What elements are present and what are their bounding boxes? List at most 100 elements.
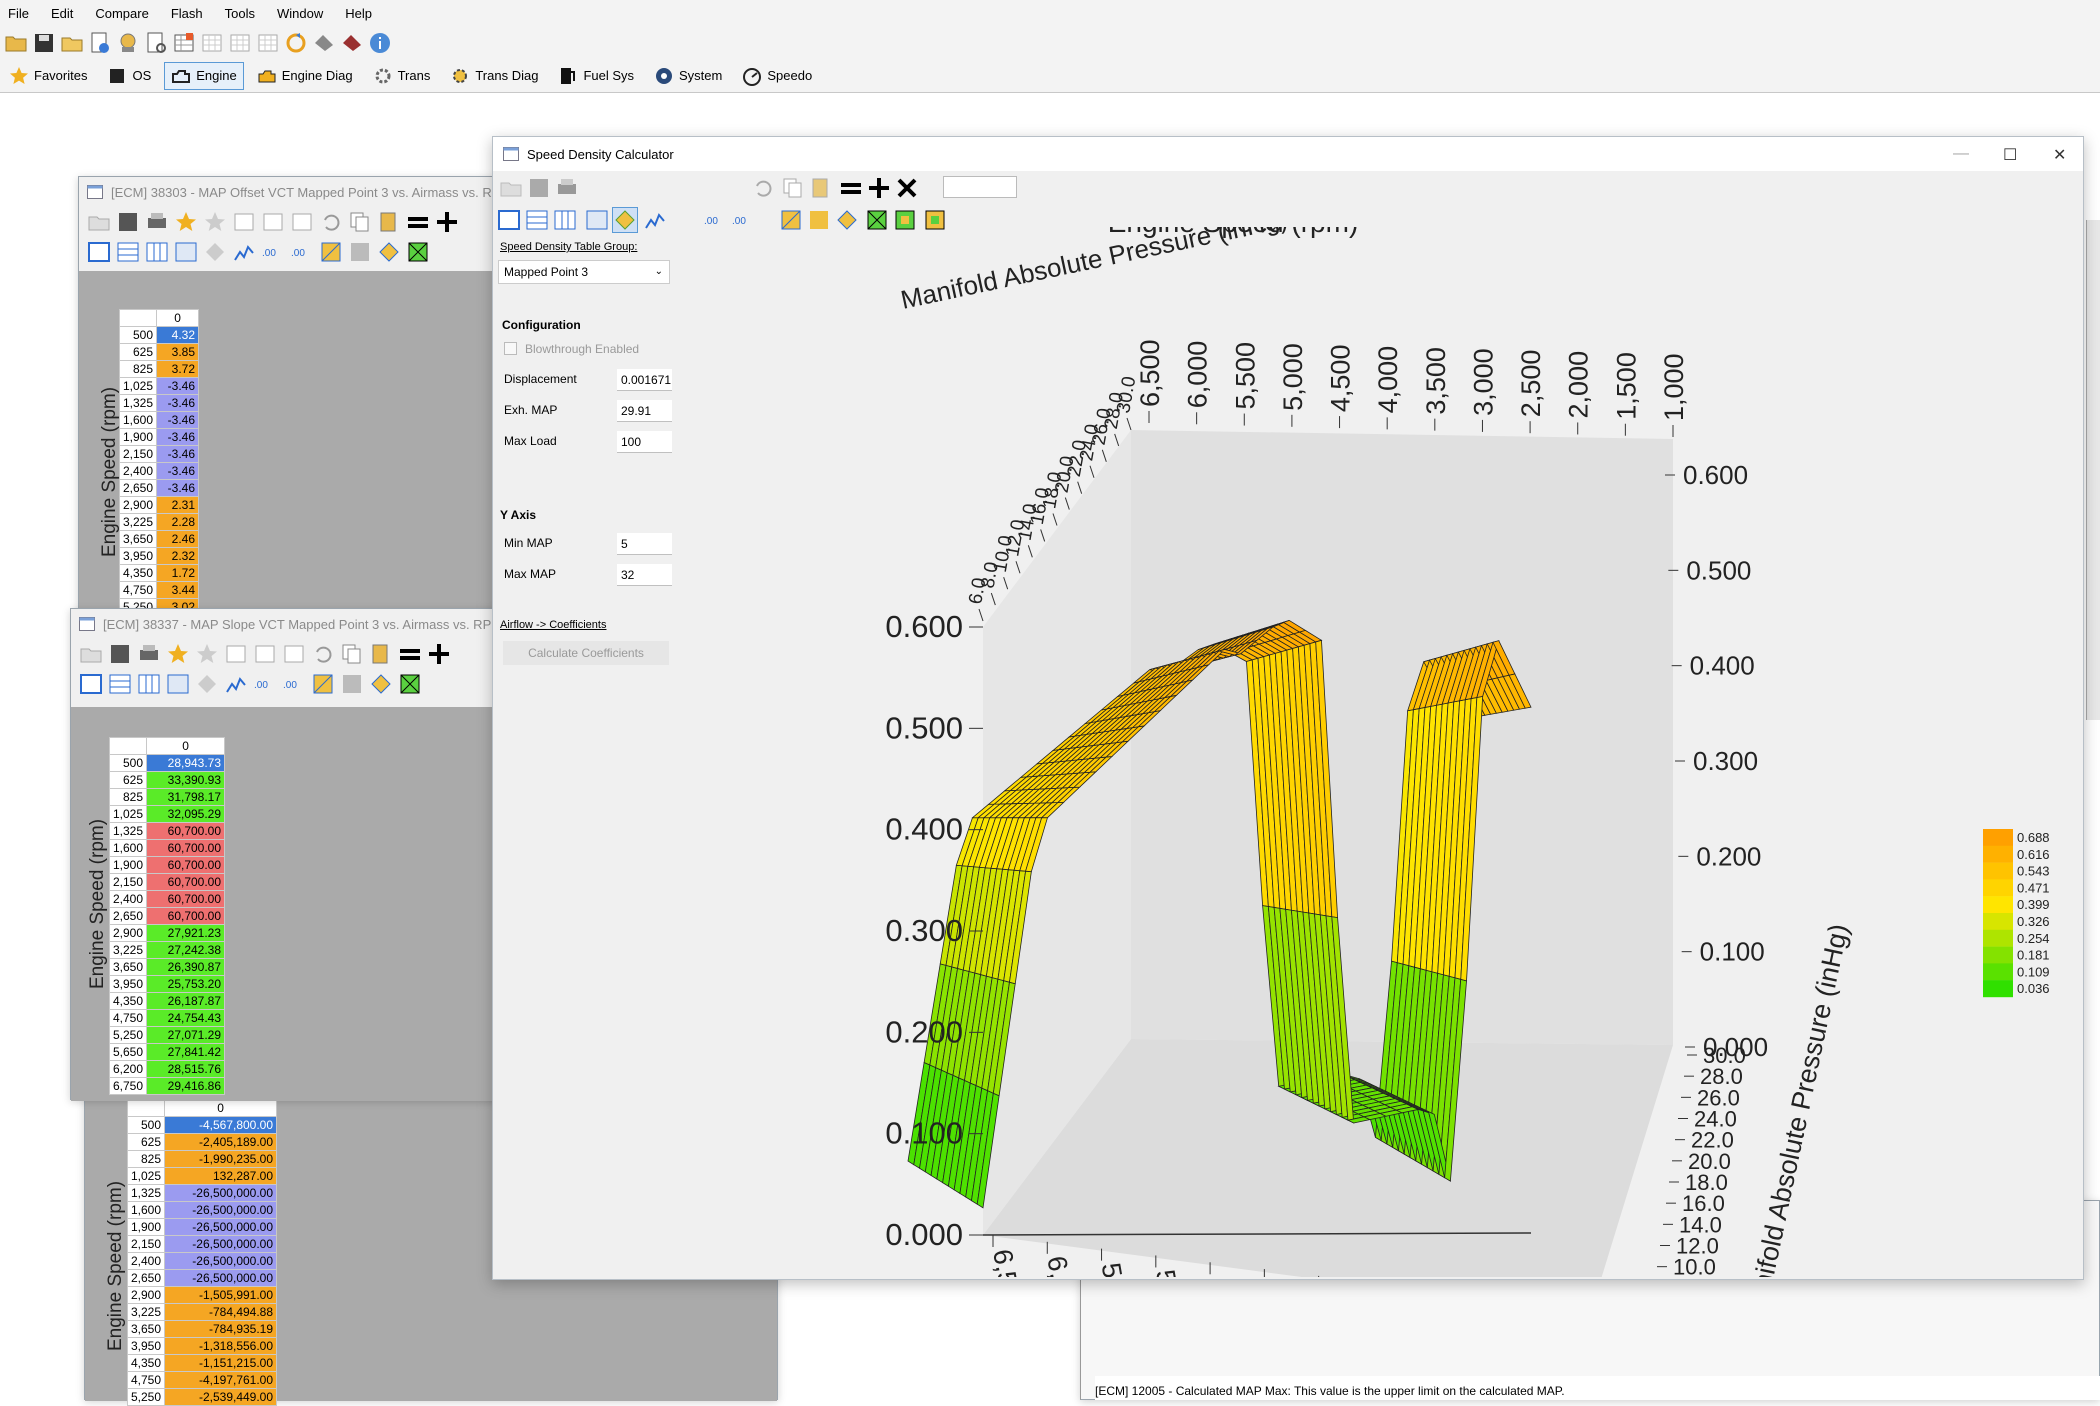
- print-icon[interactable]: [137, 642, 161, 666]
- table-cell[interactable]: 60,700.00: [146, 839, 226, 857]
- save-icon[interactable]: [116, 210, 140, 234]
- print-icon[interactable]: [145, 210, 169, 234]
- tab-trans-diag[interactable]: Trans Diag: [443, 62, 545, 90]
- table-cell[interactable]: -26,500,000.00: [164, 1252, 278, 1270]
- tab-trans[interactable]: Trans: [366, 62, 438, 90]
- open-folder-icon[interactable]: [4, 31, 28, 55]
- table-cell[interactable]: -4,567,800.00: [164, 1116, 278, 1134]
- fill-diag-icon[interactable]: [377, 240, 401, 264]
- table-cell[interactable]: 60,700.00: [146, 856, 226, 874]
- view-3d-icon[interactable]: [612, 207, 638, 233]
- save-icon[interactable]: [108, 642, 132, 666]
- table-edit-icon[interactable]: [172, 31, 196, 55]
- undo-icon[interactable]: [311, 642, 335, 666]
- table-cell[interactable]: -3.46: [156, 411, 200, 429]
- tab-os[interactable]: OS: [100, 62, 158, 90]
- table-cell[interactable]: 32,095.29: [146, 805, 226, 823]
- table2-icon[interactable]: [261, 210, 285, 234]
- table-cell[interactable]: 31,798.17: [146, 788, 226, 806]
- table-cell[interactable]: 3.44: [156, 581, 200, 599]
- calculate-coefficients-button[interactable]: Calculate Coefficients: [503, 641, 669, 665]
- table-cell[interactable]: -3.46: [156, 428, 200, 446]
- table-cell[interactable]: -4,197,761.00: [164, 1371, 278, 1389]
- airflow-coefficients-link[interactable]: Airflow -> Coefficients: [500, 619, 606, 631]
- fill-x-icon[interactable]: [406, 240, 430, 264]
- open-file-icon[interactable]: [60, 31, 84, 55]
- table-cell[interactable]: -2,405,189.00: [164, 1133, 278, 1151]
- table-cell[interactable]: 1.72: [156, 564, 200, 582]
- tab-engine[interactable]: Engine: [164, 61, 244, 90]
- tab-fuel-sys[interactable]: Fuel Sys: [551, 62, 641, 90]
- table-cell[interactable]: 60,700.00: [146, 873, 226, 891]
- favorite-remove-icon[interactable]: [195, 642, 219, 666]
- displacement-field[interactable]: [617, 369, 672, 391]
- fill-left-icon[interactable]: [340, 672, 364, 696]
- operation-value-input[interactable]: [943, 176, 1017, 198]
- table-view2-icon[interactable]: [228, 31, 252, 55]
- tab-speedo[interactable]: Speedo: [735, 62, 819, 90]
- table-cell[interactable]: 3.85: [156, 343, 200, 361]
- read-vehicle-icon[interactable]: [312, 31, 336, 55]
- table-cell[interactable]: 29,416.86: [146, 1077, 226, 1095]
- table-cell[interactable]: -784,935.19: [164, 1320, 278, 1338]
- minimize-icon[interactable]: —: [1953, 145, 1969, 163]
- decimal-2-icon[interactable]: .00: [282, 672, 306, 696]
- table-cell[interactable]: -3.46: [156, 377, 200, 395]
- tab-engine-diag[interactable]: Engine Diag: [250, 62, 360, 90]
- exh-map-field[interactable]: [617, 400, 672, 422]
- table-cell[interactable]: -1,990,235.00: [164, 1150, 278, 1168]
- equals-icon[interactable]: [406, 210, 430, 234]
- plus-icon[interactable]: [427, 642, 451, 666]
- table-cell[interactable]: -1,505,991.00: [164, 1286, 278, 1304]
- blowthrough-checkbox[interactable]: [504, 342, 517, 355]
- table-cell[interactable]: -2,539,449.00: [164, 1388, 278, 1406]
- group-select[interactable]: Mapped Point 3 ⌄: [498, 260, 670, 284]
- table-cell[interactable]: 26,390.87: [146, 958, 226, 976]
- table-icon[interactable]: [232, 210, 256, 234]
- view-table-icon[interactable]: [497, 208, 521, 232]
- table-cell[interactable]: 60,700.00: [146, 907, 226, 925]
- view-2d-chart-icon[interactable]: [232, 240, 256, 264]
- menu-file[interactable]: File: [8, 6, 29, 21]
- open-icon[interactable]: [79, 642, 103, 666]
- menu-edit[interactable]: Edit: [51, 6, 73, 21]
- table-cell[interactable]: 24,754.43: [146, 1009, 226, 1027]
- table-cell[interactable]: 27,071.29: [146, 1026, 226, 1044]
- decimal-2-icon[interactable]: .00: [290, 240, 314, 264]
- copy-icon[interactable]: [781, 176, 805, 200]
- view-rows-icon[interactable]: [108, 672, 132, 696]
- menu-window[interactable]: Window: [277, 6, 323, 21]
- table-cell[interactable]: 60,700.00: [146, 822, 226, 840]
- equals-icon[interactable]: [839, 176, 863, 200]
- file-info-icon[interactable]: [88, 31, 112, 55]
- table-cell[interactable]: 28,515.76: [146, 1060, 226, 1078]
- table-cell[interactable]: -26,500,000.00: [164, 1184, 278, 1202]
- table-window-1-table[interactable]: 0 500 4.32 625 3.85 825 3.72 1,025 -3.46 1,325 -3.…: [118, 309, 200, 616]
- table-cell[interactable]: -3.46: [156, 445, 200, 463]
- tab-system[interactable]: System: [647, 62, 729, 90]
- table-cell[interactable]: 25,753.20: [146, 975, 226, 993]
- view-3d-icon[interactable]: [195, 672, 219, 696]
- table-cell[interactable]: -3.46: [156, 479, 200, 497]
- table-cell[interactable]: 27,242.38: [146, 941, 226, 959]
- table-cell[interactable]: 132,287.00: [164, 1167, 278, 1185]
- view-grid-icon[interactable]: [174, 240, 198, 264]
- table-cell[interactable]: -1,318,556.00: [164, 1337, 278, 1355]
- fill-left-icon[interactable]: [348, 240, 372, 264]
- file-compare-icon[interactable]: [144, 31, 168, 55]
- menu-flash[interactable]: Flash: [171, 6, 203, 21]
- table-cell[interactable]: 27,841.42: [146, 1043, 226, 1061]
- menu-help[interactable]: Help: [345, 6, 372, 21]
- table-cell[interactable]: 2.28: [156, 513, 200, 531]
- open-icon[interactable]: [499, 176, 523, 200]
- menu-compare[interactable]: Compare: [95, 6, 148, 21]
- table-icon[interactable]: [224, 642, 248, 666]
- paste-icon[interactable]: [369, 642, 393, 666]
- undo-icon[interactable]: [751, 176, 775, 200]
- table-cell[interactable]: 28,943.73: [146, 754, 226, 772]
- favorite-add-icon[interactable]: [174, 210, 198, 234]
- view-2d-chart-icon[interactable]: [224, 672, 248, 696]
- table-cell[interactable]: -26,500,000.00: [164, 1218, 278, 1236]
- table-cell[interactable]: 2.32: [156, 547, 200, 565]
- view-grid-icon[interactable]: [585, 208, 609, 232]
